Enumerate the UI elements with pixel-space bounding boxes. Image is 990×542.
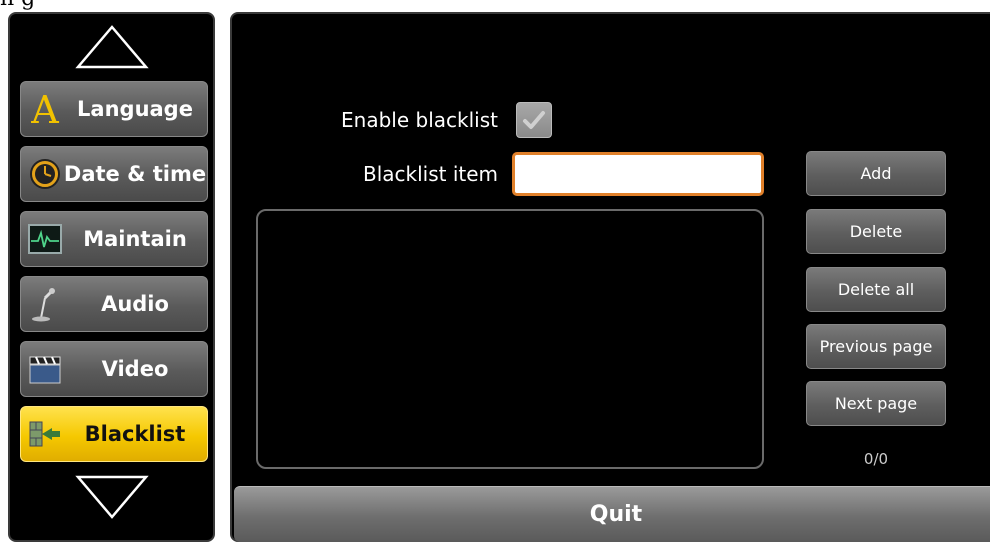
blacklist-settings-panel: Enable blacklist Blacklist item Add Dele… <box>230 12 990 542</box>
add-button[interactable]: Add <box>806 151 946 196</box>
blacklist-wall-icon <box>27 416 63 452</box>
sidebar-item-label: Maintain <box>83 227 187 251</box>
triangle-down-icon <box>74 475 149 519</box>
next-page-button[interactable]: Next page <box>806 381 946 426</box>
previous-page-button[interactable]: Previous page <box>806 324 946 369</box>
clapperboard-icon <box>27 351 63 387</box>
sidebar-item-label: Blacklist <box>84 422 186 446</box>
microphone-icon <box>27 286 63 322</box>
blacklist-list[interactable] <box>256 209 764 469</box>
sidebar-item-blacklist[interactable]: Blacklist <box>20 406 208 462</box>
enable-blacklist-label: Enable blacklist <box>341 108 498 132</box>
letter-a-icon: A <box>27 91 63 127</box>
top-caption-fragment: n g <box>0 0 35 11</box>
triangle-up-icon <box>74 25 149 69</box>
delete-all-button[interactable]: Delete all <box>806 267 946 312</box>
sidebar-item-label: Video <box>101 357 169 381</box>
blacklist-item-input[interactable] <box>512 152 764 196</box>
blacklist-item-label: Blacklist item <box>362 162 498 186</box>
sidebar-item-date-time[interactable]: Date & time <box>20 146 208 202</box>
sidebar-item-video[interactable]: Video <box>20 341 208 397</box>
enable-blacklist-checkbox[interactable] <box>516 102 552 138</box>
sidebar-item-audio[interactable]: Audio <box>20 276 208 332</box>
page-counter: 0/0 <box>863 450 889 468</box>
clock-icon <box>27 156 63 192</box>
sidebar: A Language Date & time Maintain Audio Vi… <box>8 12 215 542</box>
scroll-up-button[interactable] <box>10 24 213 70</box>
sidebar-item-maintain[interactable]: Maintain <box>20 211 208 267</box>
sidebar-item-label: Date & time <box>63 162 207 186</box>
scroll-down-button[interactable] <box>10 474 213 520</box>
svg-text:A: A <box>30 91 59 127</box>
checkmark-icon <box>523 111 545 129</box>
sidebar-item-label: Audio <box>101 292 169 316</box>
delete-button[interactable]: Delete <box>806 209 946 254</box>
sidebar-item-language[interactable]: A Language <box>20 81 208 137</box>
heartbeat-monitor-icon <box>27 221 63 257</box>
quit-button[interactable]: Quit <box>234 486 990 542</box>
sidebar-item-label: Language <box>77 97 193 121</box>
